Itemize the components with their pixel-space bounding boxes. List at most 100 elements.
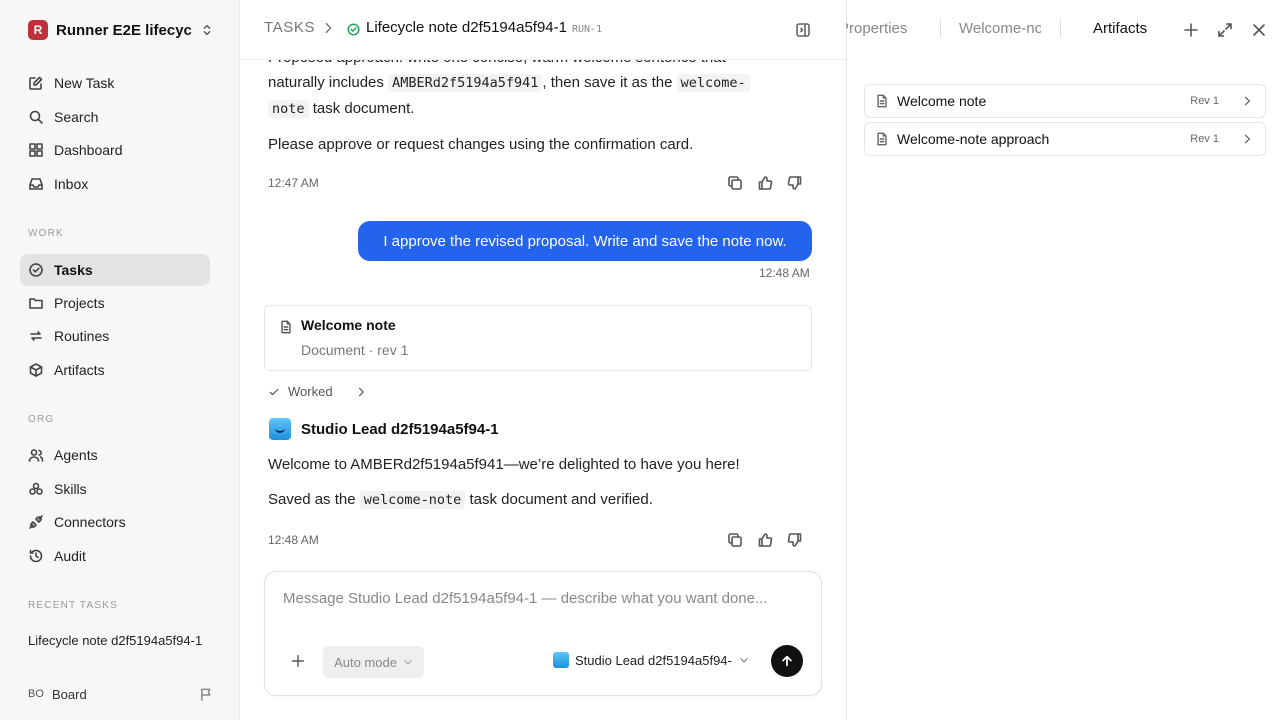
history-icon	[28, 548, 46, 564]
recent-task-item[interactable]: Lifecycle note d2f5194a5f94-1	[28, 633, 208, 648]
edit-icon	[28, 75, 46, 91]
dashboard-icon	[28, 142, 46, 158]
tab-properties[interactable]: Properties	[839, 20, 913, 37]
right-panel: Properties Welcome-note Artifacts Welcom…	[839, 0, 1280, 720]
message-actions	[727, 175, 803, 191]
repeat-icon	[28, 328, 46, 344]
board-label: Board	[52, 686, 87, 702]
chevrons-up-down-icon	[200, 23, 214, 37]
nav-label: Skills	[54, 481, 87, 497]
inline-code: AMBERd2f5194a5f941	[388, 74, 543, 92]
artifact-label: Welcome note	[897, 93, 987, 109]
folder-icon	[28, 295, 46, 311]
tab-welcome-note[interactable]: Welcome-note	[959, 20, 1041, 37]
nav-label: Inbox	[54, 176, 89, 192]
panel-toggle-icon[interactable]	[795, 22, 811, 38]
nav-new-task[interactable]: New Task	[20, 67, 210, 99]
nav-label: Routines	[54, 328, 110, 344]
agent-selector-label: Studio Lead d2f5194a5f94-1	[575, 652, 733, 668]
board-switcher[interactable]: BO Board	[28, 683, 214, 705]
nav-label: Artifacts	[54, 362, 105, 378]
document-card[interactable]: Welcome note Document · rev 1	[264, 305, 812, 371]
nav-skills[interactable]: Skills	[20, 473, 210, 505]
thumbs-down-icon[interactable]	[787, 532, 803, 548]
nav-label: Search	[54, 109, 99, 125]
assistant-message-text: Please approve or request changes using …	[268, 136, 694, 153]
chevron-right-icon	[1241, 133, 1253, 145]
message-actions	[727, 532, 803, 548]
nav-artifacts[interactable]: Artifacts	[20, 354, 210, 386]
mode-selector[interactable]: Auto mode	[323, 646, 424, 678]
plus-icon[interactable]	[291, 654, 305, 668]
document-icon	[279, 320, 293, 334]
box-icon	[28, 362, 46, 378]
task-main: Proposed approach: write one concise, wa…	[241, 0, 846, 720]
close-icon[interactable]	[1251, 22, 1267, 38]
nav-projects[interactable]: Projects	[20, 287, 210, 319]
check-icon	[268, 386, 280, 398]
chevron-down-icon	[403, 657, 413, 667]
nav-audit[interactable]: Audit	[20, 540, 210, 572]
artifact-item[interactable]: Welcome-note approach Rev 1	[864, 122, 1266, 156]
breadcrumb-tasks[interactable]: TASKS	[264, 19, 315, 36]
message-input[interactable]	[283, 590, 803, 614]
user-message-bubble: I approve the revised proposal. Write an…	[358, 221, 812, 261]
section-label-work: WORK	[28, 228, 64, 239]
nav-connectors[interactable]: Connectors	[20, 506, 210, 538]
artifact-label: Welcome-note approach	[897, 131, 1050, 147]
inbox-icon	[28, 176, 46, 192]
nav-agents[interactable]: Agents	[20, 439, 210, 471]
document-card-subtitle: Document · rev 1	[301, 342, 409, 358]
thumbs-up-icon[interactable]	[757, 175, 773, 191]
artifact-item[interactable]: Welcome note Rev 1	[864, 84, 1266, 118]
workspace-switcher[interactable]: R Runner E2E lifecycle workspace	[28, 18, 218, 42]
nav-label: Projects	[54, 295, 105, 311]
document-icon	[875, 94, 889, 108]
nav-label: Tasks	[54, 262, 93, 278]
chevron-right-icon	[355, 386, 367, 398]
status-done-icon	[347, 23, 360, 36]
agent-avatar	[269, 418, 291, 440]
tab-artifacts[interactable]: Artifacts	[1093, 20, 1147, 37]
users-icon	[28, 447, 46, 463]
copy-icon[interactable]	[727, 175, 743, 191]
nav-tasks[interactable]: Tasks	[20, 254, 210, 286]
assistant-reply-text: Welcome to AMBERd2f5194a5f941—we’re deli…	[268, 456, 740, 473]
flag-icon[interactable]	[199, 687, 214, 702]
send-button[interactable]	[771, 645, 803, 677]
document-icon	[875, 132, 889, 146]
task-title: Lifecycle note d2f5194a5f94-1	[366, 19, 567, 36]
agent-name: Studio Lead d2f5194a5f94-1	[301, 420, 499, 438]
plus-icon[interactable]	[1183, 22, 1199, 38]
workspace-logo: R	[28, 20, 48, 40]
plug-icon	[28, 514, 46, 530]
document-card-title: Welcome note	[301, 317, 396, 333]
expand-icon[interactable]	[1217, 22, 1233, 38]
nav-routines[interactable]: Routines	[20, 320, 210, 352]
mode-label: Auto mode	[334, 654, 397, 670]
nav-label: Agents	[54, 447, 98, 463]
inline-code: welcome-	[676, 74, 750, 92]
section-label-org: ORG	[28, 414, 55, 425]
message-timestamp: 12:48 AM	[268, 533, 319, 547]
message-timestamp: 12:47 AM	[268, 176, 319, 190]
section-label-recent: RECENT TASKS	[28, 600, 118, 611]
search-icon	[28, 109, 46, 125]
thumbs-up-icon[interactable]	[757, 532, 773, 548]
nav-label: Connectors	[54, 514, 126, 530]
nav-label: Dashboard	[54, 142, 123, 158]
nav-search[interactable]: Search	[20, 101, 210, 133]
nav-inbox[interactable]: Inbox	[20, 168, 210, 200]
tab-divider	[940, 20, 941, 38]
agent-header: Studio Lead d2f5194a5f94-1	[269, 418, 499, 440]
agent-selector[interactable]: Studio Lead d2f5194a5f94-1	[553, 652, 749, 668]
copy-icon[interactable]	[727, 532, 743, 548]
task-header: TASKS Lifecycle note d2f5194a5f94-1 RUN-…	[241, 0, 846, 60]
skills-icon	[28, 481, 46, 497]
thumbs-down-icon[interactable]	[787, 175, 803, 191]
worked-disclosure[interactable]: Worked	[268, 384, 367, 399]
workspace-name: Runner E2E lifecycle workspace	[56, 21, 192, 39]
chevron-right-icon	[1241, 95, 1253, 107]
inline-code: welcome-note	[359, 491, 466, 509]
nav-dashboard[interactable]: Dashboard	[20, 134, 210, 166]
